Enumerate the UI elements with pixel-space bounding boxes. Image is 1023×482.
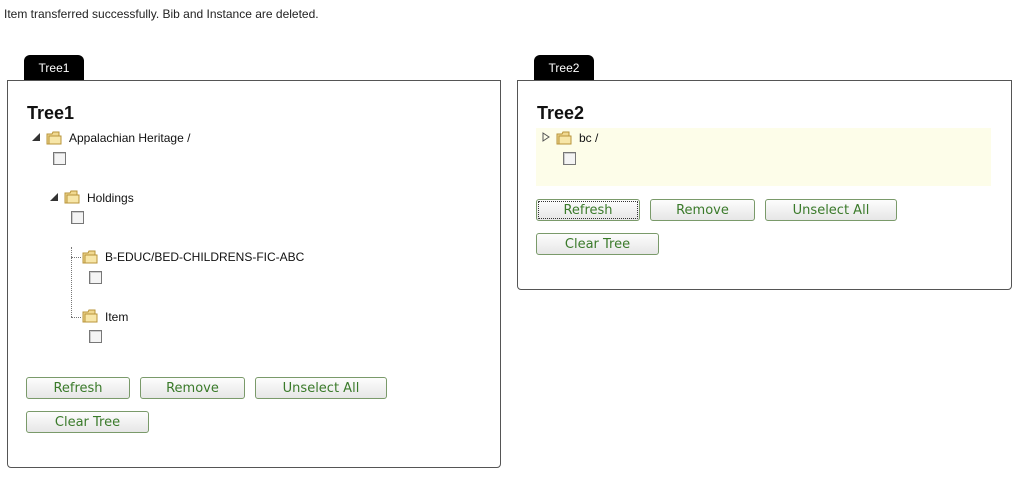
selected-row-highlight	[536, 128, 991, 186]
folder-icon	[82, 309, 98, 323]
refresh-button[interactable]: Refresh	[26, 377, 130, 399]
expander-icon[interactable]	[49, 192, 59, 202]
expander-icon[interactable]	[31, 132, 41, 142]
tree2-title: Tree2	[537, 103, 585, 123]
folder-icon	[46, 131, 62, 145]
folder-icon	[556, 131, 572, 145]
folder-icon	[82, 250, 98, 264]
tree1-title: Tree1	[27, 103, 75, 123]
unselect-all-button[interactable]: Unselect All	[765, 199, 897, 221]
tree-node-label[interactable]: Appalachian Heritage /	[69, 131, 190, 145]
clear-tree-button[interactable]: Clear Tree	[536, 233, 659, 255]
node-checkbox[interactable]	[89, 330, 102, 343]
node-checkbox[interactable]	[71, 211, 84, 224]
tree-node-label[interactable]: bc /	[579, 131, 598, 145]
tree-connector	[71, 317, 81, 318]
node-checkbox[interactable]	[89, 271, 102, 284]
remove-button[interactable]: Remove	[650, 199, 755, 221]
remove-button[interactable]: Remove	[140, 377, 245, 399]
tab-tree2[interactable]: Tree2	[534, 55, 594, 81]
tree-node-label[interactable]: Holdings	[87, 191, 134, 205]
refresh-button[interactable]: Refresh	[536, 199, 640, 221]
tab-tree1[interactable]: Tree1	[24, 55, 84, 81]
node-checkbox[interactable]	[563, 152, 576, 165]
tree-connector	[71, 257, 81, 258]
expander-icon[interactable]	[541, 132, 551, 142]
status-message: Item transferred successfully. Bib and I…	[4, 7, 319, 21]
tree2-panel: Tree2 bc / Refresh Remove Unselect All C…	[517, 80, 1012, 290]
node-checkbox[interactable]	[53, 152, 66, 165]
folder-icon	[64, 190, 80, 204]
tree1-panel: Tree1 Appalachian Heritage / Holdings B-…	[7, 80, 501, 468]
tree-node-label[interactable]: B-EDUC/BED-CHILDRENS-FIC-ABC	[105, 250, 304, 264]
tree-node-label[interactable]: Item	[105, 310, 128, 324]
unselect-all-button[interactable]: Unselect All	[255, 377, 387, 399]
clear-tree-button[interactable]: Clear Tree	[26, 411, 149, 433]
